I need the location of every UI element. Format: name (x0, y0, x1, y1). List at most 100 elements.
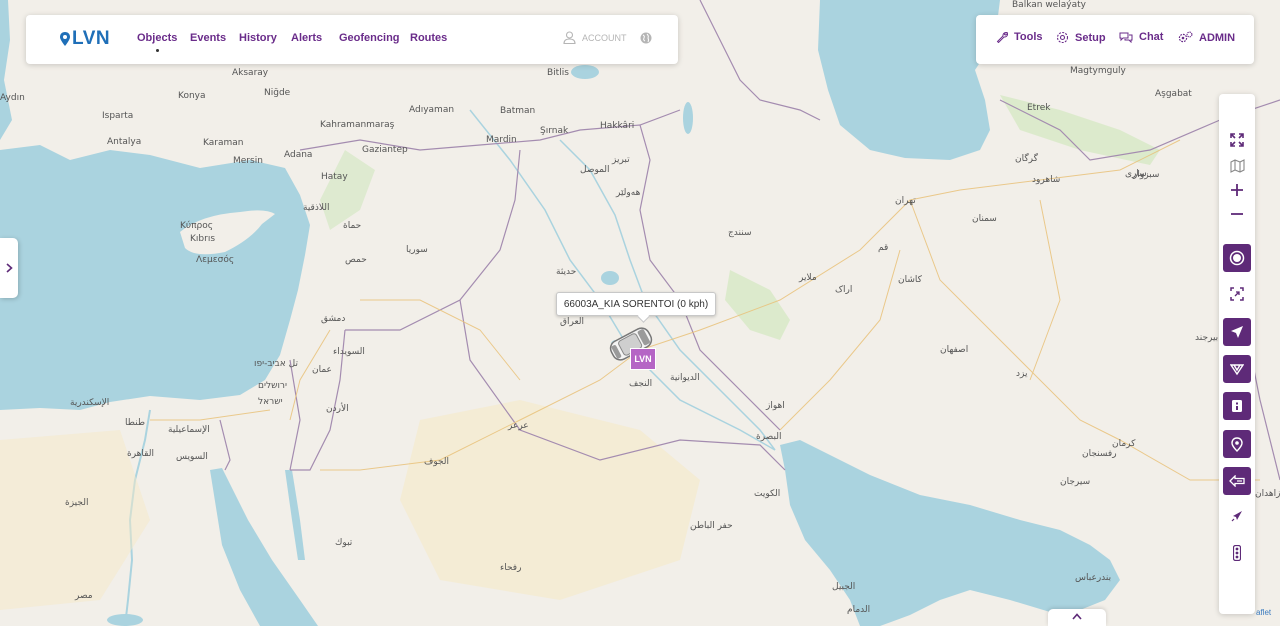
map-label: Niğde (264, 88, 291, 98)
map-label: Antalya (107, 137, 141, 147)
map-label: بندرعباس (1075, 573, 1111, 583)
map-label: الديوانية (670, 373, 700, 383)
top-navigation-bar: LVN Objects Events History Alerts Geofen… (26, 15, 678, 64)
map-label: رفحاء (500, 563, 521, 573)
map-label: عمان (312, 365, 332, 375)
map-label: تهران (895, 196, 916, 206)
map-label: Λεμεσός (196, 254, 234, 265)
map-label: حديثة (556, 267, 576, 277)
map-layers-icon (1229, 159, 1245, 173)
map-label: گرگان (1015, 152, 1039, 164)
map-label: الإسكندرية (70, 398, 109, 408)
location-pin-button[interactable] (1223, 430, 1251, 458)
map-label: طنطا (125, 418, 145, 428)
map-attribution[interactable]: aflet (1256, 608, 1271, 617)
map-label: شاهرود (1032, 175, 1060, 185)
map-label: رفسنجان (1082, 449, 1117, 459)
object-marker-label[interactable]: LVN (630, 348, 656, 370)
zoom-out-icon (1231, 213, 1243, 215)
map-label: حفر الباطن (690, 521, 733, 531)
zoom-out-button[interactable] (1223, 200, 1251, 228)
route-button[interactable] (1223, 355, 1251, 383)
map-label: Karaman (203, 138, 243, 148)
objects-toggle-button[interactable] (1223, 244, 1251, 272)
expand-bottom-panel-tab[interactable] (1048, 609, 1106, 626)
draw-button[interactable] (1223, 502, 1251, 530)
street-view-button[interactable] (1223, 467, 1251, 495)
app-logo[interactable]: LVN (60, 27, 110, 51)
logo-text: LVN (72, 28, 111, 49)
map-label: Kıbrıs (190, 234, 215, 244)
map-label: الجوف (424, 457, 449, 467)
map-label: زاهدان (1255, 489, 1280, 499)
map-label: Şırnak (540, 126, 569, 136)
map-label: سوريا (406, 245, 428, 255)
map-label: کرمان (1112, 439, 1136, 449)
info-card-button[interactable] (1223, 392, 1251, 420)
draw-pen-icon (1231, 511, 1242, 522)
map-label: Isparta (102, 111, 133, 121)
admin-label: ADMIN (1199, 31, 1236, 44)
map-label: ישראל (258, 397, 283, 407)
location-pin-icon (1231, 436, 1243, 452)
gear-icon (1056, 31, 1069, 44)
traffic-light-icon (1233, 545, 1241, 561)
lake-van (571, 65, 599, 79)
map-tools-toolbar (1219, 94, 1255, 614)
fit-bounds-icon (1230, 287, 1244, 301)
tools-label: Tools (1014, 31, 1043, 43)
map-label: عرعر (507, 421, 529, 431)
map-label: Aydın (0, 93, 25, 103)
fit-bounds-button[interactable] (1223, 280, 1251, 308)
wrench-icon (996, 31, 1008, 43)
map-label: Etrek (1027, 103, 1051, 113)
nav-routes[interactable]: Routes (410, 32, 447, 44)
map-label: قم (878, 243, 888, 253)
setup-menu[interactable]: Setup (1056, 31, 1106, 44)
nav-alerts[interactable]: Alerts (291, 32, 322, 44)
map-label: الأردن (326, 402, 349, 414)
mediterranean-sea (0, 145, 310, 410)
route-icon (1230, 364, 1244, 376)
map-label: Bitlis (547, 68, 569, 78)
fullscreen-button[interactable] (1223, 126, 1251, 154)
cogs-icon (1178, 31, 1193, 43)
nav-events[interactable]: Events (190, 32, 226, 44)
expand-sidebar-tab[interactable] (0, 238, 18, 298)
top-right-menu: Tools Setup Chat ADMIN (976, 15, 1254, 64)
zoom-in-icon (1231, 184, 1243, 196)
chat-menu[interactable]: Chat (1119, 31, 1163, 43)
map-label: اراک (835, 284, 852, 295)
traffic-button[interactable] (1223, 539, 1251, 567)
map-label: Adana (284, 150, 312, 160)
account-label: ACCOUNT (582, 32, 627, 43)
admin-menu[interactable]: ADMIN (1178, 31, 1235, 44)
map-label: Hakkâri (600, 121, 634, 131)
map-label: الدمام (847, 605, 870, 615)
map-label: Gaziantep (362, 145, 408, 155)
map-label: Magtymguly (1070, 66, 1127, 76)
nav-objects[interactable]: Objects (137, 32, 177, 52)
chevron-up-icon (1072, 613, 1082, 620)
location-pin-icon (60, 32, 70, 46)
lake-tharthar (601, 271, 619, 285)
map-label: Mardin (486, 135, 517, 145)
setup-label: Setup (1075, 31, 1106, 44)
nav-history[interactable]: History (239, 32, 277, 44)
map-label: حمص (345, 255, 367, 265)
map-label: اللاذقية (303, 203, 329, 213)
navigation-button[interactable] (1223, 318, 1251, 346)
globe-icon[interactable] (640, 32, 652, 44)
account-menu[interactable]: ACCOUNT (563, 31, 627, 44)
map-label: کاشان (898, 275, 923, 285)
map-label: سیرجان (1060, 477, 1090, 487)
map-label: العراق (560, 317, 584, 327)
map-label: الموصل (580, 165, 610, 175)
chevron-right-icon (5, 263, 13, 273)
map-label: الكويت (754, 489, 780, 499)
nav-geofencing[interactable]: Geofencing (339, 32, 400, 44)
map-label: الإسماعيلية (168, 425, 210, 435)
fullscreen-icon (1230, 133, 1244, 147)
tools-menu[interactable]: Tools (996, 31, 1043, 43)
user-icon (563, 31, 576, 44)
